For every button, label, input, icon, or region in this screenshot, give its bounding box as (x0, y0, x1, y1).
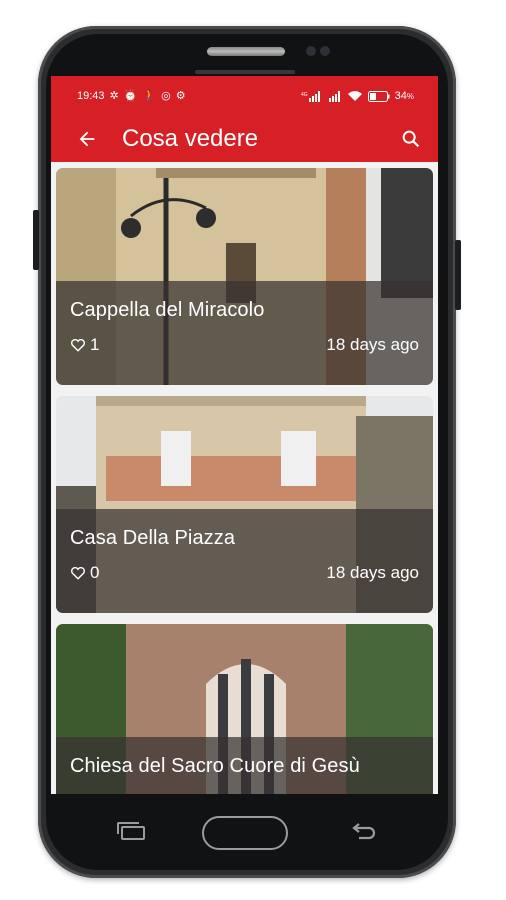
status-time: 19:43 (77, 90, 105, 102)
home-button[interactable] (202, 816, 288, 850)
notification-icon: ◎ (161, 89, 171, 102)
front-camera (306, 46, 316, 56)
place-card[interactable]: Casa Della Piazza 0 18 days ago (56, 396, 433, 613)
volume-button (33, 210, 39, 270)
battery-icon (367, 90, 390, 102)
cell-signal-icon-2 (328, 91, 340, 102)
heart-icon (71, 338, 85, 352)
likes-value: 0 (90, 563, 100, 582)
front-sensor (320, 46, 330, 56)
svg-text:4G: 4G (301, 92, 308, 98)
likes-value: 1 (90, 335, 100, 354)
earpiece-speaker (207, 47, 285, 56)
page-title: Cosa vedere (122, 125, 259, 152)
alarm-icon: ⏰ (123, 89, 138, 102)
recent-apps-icon[interactable] (117, 822, 145, 840)
place-name: Cappella del Miracolo (70, 299, 265, 321)
arrow-back-icon[interactable] (67, 128, 107, 150)
like-count[interactable]: 1 (70, 335, 99, 355)
system-nav-bar (51, 796, 438, 866)
place-card[interactable]: Cappella del Miracolo 1 18 days ago (56, 168, 433, 385)
status-bar: 19:43 ✲ ⏰ 🚶 ◎ ⚙ 4G 34% (51, 76, 438, 116)
app-screen: 19:43 ✲ ⏰ 🚶 ◎ ⚙ 4G 34% Cosa vedere Cappe… (51, 76, 438, 794)
wifi-icon (347, 91, 362, 101)
battery-percent: 34 (394, 90, 407, 102)
search-icon[interactable] (400, 128, 422, 150)
sync-icon: ✲ (109, 89, 119, 102)
place-name: Chiesa del Sacro Cuore di Gesù (70, 755, 360, 777)
app-bar: Cosa vedere (51, 116, 438, 162)
heart-icon (71, 566, 85, 580)
place-name: Casa Della Piazza (70, 527, 236, 549)
place-card[interactable]: Chiesa del Sacro Cuore di Gesù (56, 624, 433, 794)
card-overlay: Chiesa del Sacro Cuore di Gesù (56, 737, 433, 794)
settings-icon: ⚙ (175, 89, 186, 102)
system-back-icon[interactable] (351, 822, 377, 842)
places-list: Cappella del Miracolo 1 18 days ago Casa… (51, 162, 438, 794)
like-count[interactable]: 0 (70, 563, 99, 583)
walk-icon: 🚶 (142, 89, 157, 102)
power-button (455, 240, 461, 310)
place-date: 18 days ago (326, 335, 419, 354)
place-date: 18 days ago (326, 563, 419, 582)
card-overlay: Casa Della Piazza 0 18 days ago (56, 509, 433, 613)
cell-signal-icon: 4G (301, 91, 320, 102)
card-overlay: Cappella del Miracolo 1 18 days ago (56, 281, 433, 385)
brand-logo (195, 70, 295, 74)
